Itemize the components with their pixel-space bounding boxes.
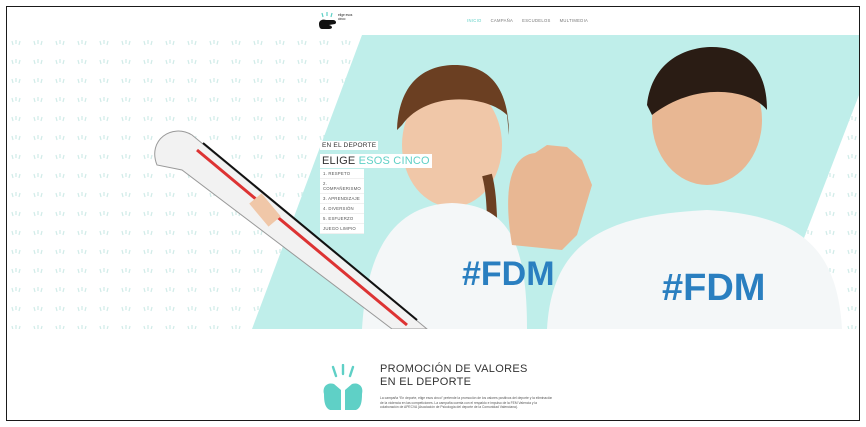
clapping-hands-icon	[323, 364, 363, 410]
value-item: JUEGO LIMPIO	[320, 224, 364, 234]
hero-title-main: ELIGE	[322, 155, 356, 167]
values-list: 1. RESPETO 2. COMPAÑERISMO 3. APRENDIZAJ…	[320, 169, 432, 234]
value-item: 4. DIVERSIÓN	[320, 204, 364, 214]
value-item: 1. RESPETO	[320, 169, 364, 179]
teal-diagonal-band: #FDM #FDM	[154, 35, 859, 329]
promo-title: PROMOCIÓN DE VALORES EN EL DEPORTE	[380, 363, 580, 389]
promo-body: La campaña “En deporte, elige esos cinco…	[380, 396, 553, 410]
promo-title-line2: EN EL DEPORTE	[380, 376, 472, 388]
hero-title: ELIGE ESOS CINCO	[320, 154, 432, 168]
hero-banner: #FDM #FDM EN EL DEPORTE ELIGE ESOS CINCO	[7, 35, 859, 329]
nav-item-campana[interactable]: CAMPAÑA	[491, 18, 514, 23]
boy-shirt-text: #FDM	[662, 267, 765, 309]
value-item: 3. APRENDIZAJE	[320, 194, 364, 204]
nav-item-inicio[interactable]: INICIO	[467, 18, 482, 23]
main-nav: INICIO CAMPAÑA ESCUDELOS MULTIMEDIA	[467, 18, 588, 23]
valores-card: EN EL DEPORTE ELIGE ESOS CINCO 1. RESPET…	[320, 134, 432, 250]
browser-frame: elige esos cinco INICIO CAMPAÑA ESCUDELO…	[6, 6, 860, 421]
site-header: elige esos cinco INICIO CAMPAÑA ESCUDELO…	[7, 7, 859, 35]
logo-text[interactable]: elige esos cinco	[338, 13, 358, 21]
value-item: 5. ESFUERZO	[320, 214, 364, 224]
promo-section: PROMOCIÓN DE VALORES EN EL DEPORTE La cam…	[7, 329, 859, 420]
girl-shirt-text: #FDM	[462, 255, 555, 293]
hero-title-accent: ESOS CINCO	[358, 155, 430, 167]
hero-pre-title: EN EL DEPORTE	[320, 141, 379, 150]
nav-item-multimedia[interactable]: MULTIMEDIA	[560, 18, 589, 23]
promo-title-line1: PROMOCIÓN DE VALORES	[380, 363, 528, 375]
value-item: 2. COMPAÑERISMO	[320, 179, 364, 194]
nav-item-escudelos[interactable]: ESCUDELOS	[522, 18, 551, 23]
